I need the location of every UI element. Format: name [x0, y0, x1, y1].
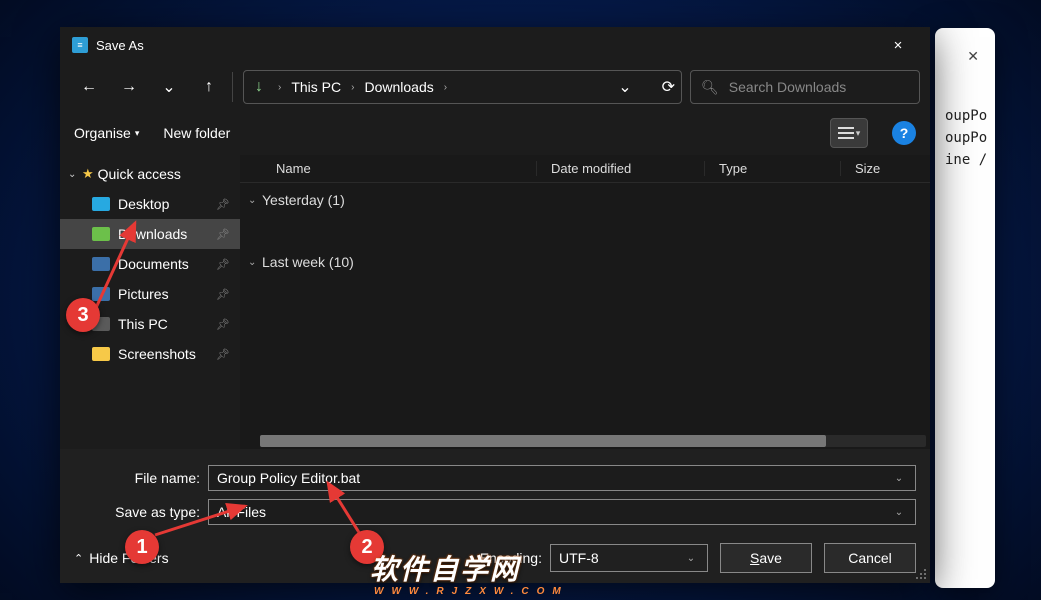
horizontal-scrollbar[interactable]	[260, 435, 926, 447]
pin-icon: 📌︎	[216, 288, 230, 301]
refresh-button[interactable]: ⟳	[662, 77, 675, 97]
sidebar-item-label: Downloads	[118, 226, 187, 242]
breadcrumb-item[interactable]: Downloads	[364, 79, 433, 95]
quick-access-node[interactable]: ⌄ ★ Quick access	[60, 159, 240, 189]
separator	[232, 72, 233, 102]
file-group-header[interactable]: ⌄ Last week (10)	[240, 245, 930, 279]
command-toolbar: Organise▾ New folder ▾ ?	[60, 111, 930, 155]
chevron-down-icon: ⌄	[248, 257, 262, 268]
column-size[interactable]: Size	[840, 161, 930, 176]
address-bar[interactable]: ↓ › This PC › Downloads › ⌄ ⟳	[243, 70, 682, 104]
column-modified[interactable]: Date modified	[536, 161, 704, 176]
pin-icon: 📌︎	[216, 228, 230, 241]
folder-icon	[92, 227, 110, 241]
save-button[interactable]: Save	[720, 543, 812, 573]
folder-icon	[92, 197, 110, 211]
sidebar-item-label: Desktop	[118, 196, 169, 212]
folder-icon	[92, 257, 110, 271]
column-headers[interactable]: Name Date modified Type Size	[240, 155, 930, 183]
watermark: 软件自学网 WWW.RJZXW.COM	[370, 548, 569, 597]
new-folder-button[interactable]: New folder	[163, 125, 230, 141]
scrollbar-thumb[interactable]	[260, 435, 826, 447]
sidebar-item[interactable]: Downloads 📌︎	[60, 219, 240, 249]
chevron-down-icon: ⌄	[68, 169, 82, 180]
background-window-text: oupPo oupPo ine /	[945, 105, 987, 171]
organise-button[interactable]: Organise▾	[74, 125, 139, 141]
chevron-down-icon: ⌄	[248, 195, 262, 206]
pin-icon: 📌︎	[216, 198, 230, 211]
file-group-header[interactable]: ⌄ Yesterday (1)	[240, 183, 930, 217]
up-button[interactable]: ↑	[190, 68, 228, 106]
file-name-input[interactable]: Group Policy Editor.bat ⌄	[208, 465, 916, 491]
annotation-badge-1: 1	[125, 530, 159, 564]
folder-icon	[92, 287, 110, 301]
chevron-up-icon: ⌃	[74, 552, 83, 565]
annotation-badge-3: 3	[66, 298, 100, 332]
chevron-down-icon[interactable]: ⌄	[618, 77, 631, 97]
sidebar-item-label: This PC	[118, 316, 168, 332]
chevron-down-icon[interactable]: ⌄	[891, 473, 907, 484]
star-icon: ★	[82, 166, 94, 182]
sidebar-item-label: Pictures	[118, 286, 169, 302]
search-placeholder: Search Downloads	[729, 79, 847, 95]
view-mode-button[interactable]: ▾	[830, 118, 868, 148]
breadcrumb-item[interactable]: This PC	[291, 79, 341, 95]
folder-icon	[92, 347, 110, 361]
sidebar-item[interactable]: Documents 📌︎	[60, 249, 240, 279]
save-as-dialog: ≡ Save As × ← → ⌄ ↑ ↓ › This PC › Downlo…	[60, 27, 930, 583]
chevron-down-icon: ▾	[135, 128, 140, 139]
app-icon: ≡	[72, 37, 88, 53]
download-icon: ↓	[250, 78, 268, 96]
save-as-type-select[interactable]: All Files ⌄	[208, 499, 916, 525]
forward-button[interactable]: →	[110, 68, 148, 106]
sidebar-item[interactable]: Screenshots 📌︎	[60, 339, 240, 369]
pin-icon: 📌︎	[216, 318, 230, 331]
encoding-select[interactable]: UTF-8 ⌄	[550, 544, 708, 572]
help-button[interactable]: ?	[892, 121, 916, 145]
back-button[interactable]: ←	[70, 68, 108, 106]
titlebar: ≡ Save As ×	[60, 27, 930, 63]
group-label: Last week (10)	[262, 254, 354, 270]
column-name[interactable]: Name	[240, 161, 536, 176]
chevron-right-icon: ›	[444, 82, 447, 93]
sidebar-item-label: Screenshots	[118, 346, 196, 362]
search-icon: 🔍︎	[701, 79, 719, 96]
recent-button[interactable]: ⌄	[150, 68, 188, 106]
cancel-button[interactable]: Cancel	[824, 543, 916, 573]
nav-toolbar: ← → ⌄ ↑ ↓ › This PC › Downloads › ⌄ ⟳ 🔍︎…	[60, 63, 930, 111]
file-list[interactable]: Name Date modified Type Size ⌄ Yesterday…	[240, 155, 930, 449]
dialog-title: Save As	[96, 38, 878, 53]
search-input[interactable]: 🔍︎ Search Downloads	[690, 70, 920, 104]
resize-grip[interactable]	[914, 567, 928, 581]
close-icon[interactable]: ✕	[967, 48, 979, 65]
chevron-right-icon: ›	[351, 82, 354, 93]
column-type[interactable]: Type	[704, 161, 840, 176]
chevron-right-icon: ›	[278, 82, 281, 93]
pin-icon: 📌︎	[216, 258, 230, 271]
close-button[interactable]: ×	[878, 37, 918, 54]
sidebar-item[interactable]: Desktop 📌︎	[60, 189, 240, 219]
file-name-label: File name:	[74, 470, 208, 486]
sidebar-item-label: Documents	[118, 256, 189, 272]
save-as-type-label: Save as type:	[74, 504, 208, 520]
group-label: Yesterday (1)	[262, 192, 345, 208]
chevron-down-icon[interactable]: ⌄	[891, 507, 907, 518]
pin-icon: 📌︎	[216, 348, 230, 361]
chevron-down-icon[interactable]: ⌄	[683, 553, 699, 564]
